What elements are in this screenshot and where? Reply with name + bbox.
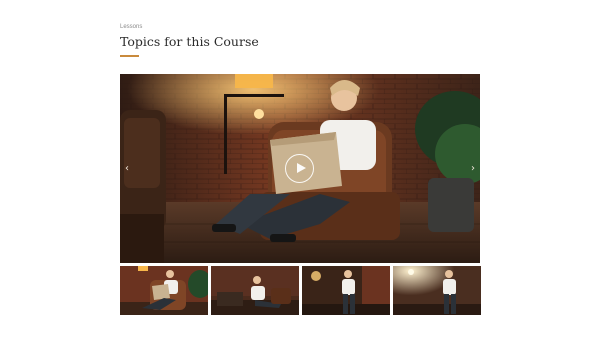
thumbnail-image (211, 266, 299, 315)
prev-slide-button[interactable]: ‹ (120, 162, 134, 176)
chevron-right-icon: › (471, 163, 475, 174)
thumbnail-3[interactable] (302, 266, 390, 315)
thumbnail-4[interactable] (393, 266, 481, 315)
thumbnail-1[interactable] (120, 266, 208, 315)
eyebrow-label: Lessons (120, 24, 143, 30)
play-icon (297, 163, 306, 173)
play-button[interactable] (285, 154, 314, 183)
thumbnail-image (120, 266, 208, 315)
thumbnail-image (302, 266, 390, 315)
thumbnail-strip (120, 266, 481, 315)
thumbnail-2[interactable] (211, 266, 299, 315)
video-player[interactable]: ‹ › (120, 74, 480, 263)
thumbnail-image (393, 266, 481, 315)
next-slide-button[interactable]: › (466, 162, 480, 176)
page-title: Topics for this Course (120, 34, 259, 49)
chevron-left-icon: ‹ (125, 163, 129, 174)
title-underline (120, 55, 139, 57)
